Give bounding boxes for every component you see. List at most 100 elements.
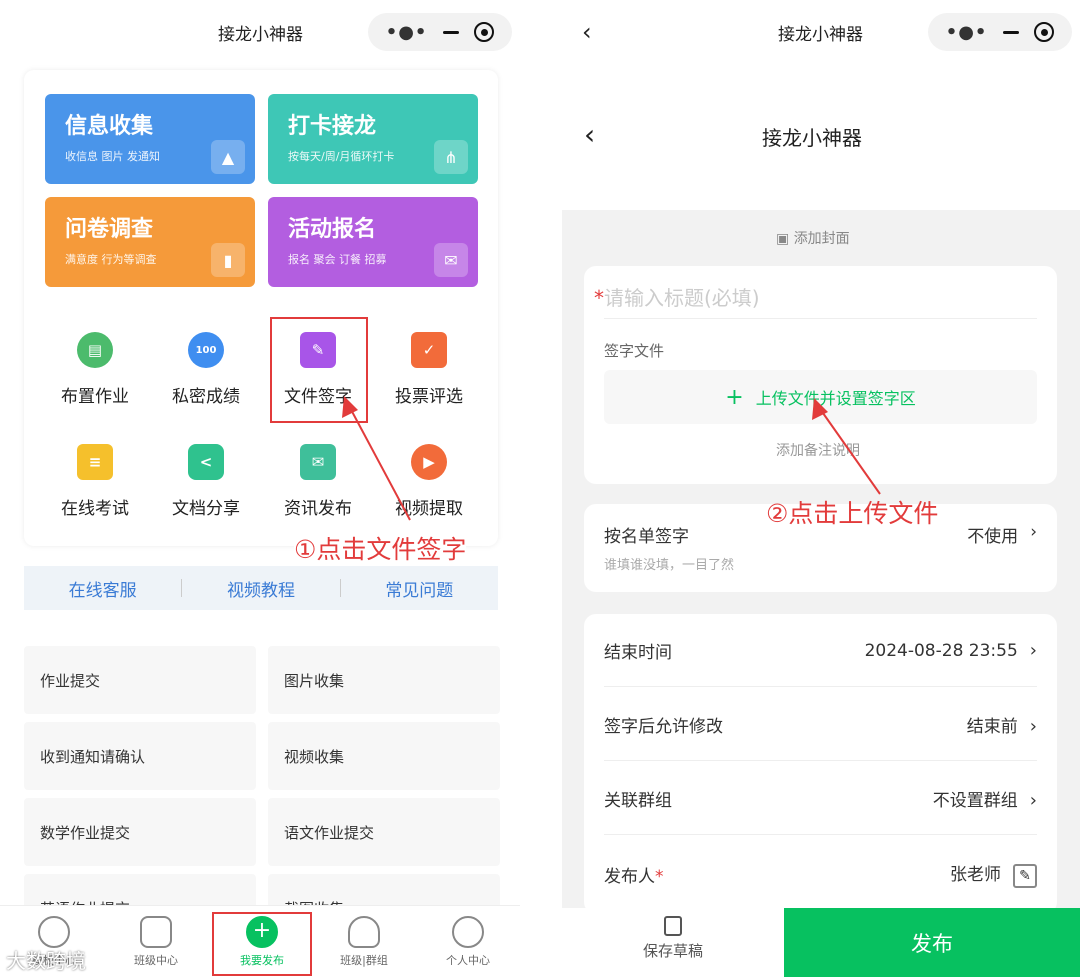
chevron-right-icon: ›	[1029, 716, 1037, 737]
right-page-title: 接龙小神器	[778, 25, 863, 45]
function-card: 信息收集 收信息 图片 发通知 ▲ 打卡接龙 按每天/周/月循环打卡 ⋔ 问卷调…	[24, 70, 498, 546]
tile-subtitle: 报名 聚会 订餐 招募	[288, 253, 387, 266]
divider	[604, 834, 1037, 835]
modify-label: 签字后允许修改	[604, 717, 723, 737]
vote-icon: ✓	[411, 332, 447, 368]
tile-icon: ▮	[211, 243, 245, 277]
nav-class-group[interactable]: 班级|群组	[314, 916, 414, 968]
people-icon	[348, 916, 380, 948]
more-icon[interactable]: •●•	[386, 22, 428, 43]
tile-subtitle: 按每天/周/月循环打卡	[288, 150, 395, 163]
minimize-icon[interactable]	[442, 30, 459, 34]
nav-profile[interactable]: 个人中心	[418, 916, 518, 968]
grid-label: 在线考试	[61, 499, 129, 519]
template-item[interactable]: 语文作业提交	[268, 798, 500, 866]
template-icon	[38, 916, 70, 948]
grid-icon	[140, 916, 172, 948]
chevron-right-icon: ›	[1030, 522, 1037, 542]
save-draft-label: 保存草稿	[642, 942, 703, 960]
group-row[interactable]: 关联群组 不设置群组 ›	[604, 786, 1037, 811]
annotation-arrow	[342, 396, 411, 521]
smile-icon	[452, 916, 484, 948]
close-icon[interactable]	[474, 22, 495, 42]
inner-back-icon[interactable]: ‹	[584, 118, 595, 151]
publisher-label: 发布人	[604, 866, 655, 887]
annotation-step1: ①点击文件签字	[294, 530, 467, 566]
exam-icon: ≡	[77, 444, 113, 480]
homework-icon: ▤	[77, 332, 113, 368]
required-mark: *	[594, 286, 604, 310]
edit-icon[interactable]: ✎	[1013, 864, 1037, 888]
tile-signup[interactable]: 活动报名 报名 聚会 订餐 招募 ✉	[268, 197, 478, 287]
chevron-right-icon: ›	[1029, 790, 1037, 811]
minimize-icon[interactable]	[1002, 30, 1019, 34]
add-cover-button[interactable]: ▣ 添加封面	[776, 228, 850, 248]
title-placeholder: 请输入标题(必填)	[604, 286, 760, 310]
title-input[interactable]: *请输入标题(必填)	[594, 282, 760, 311]
share-icon: <	[188, 444, 224, 480]
tile-icon: ⋔	[434, 140, 468, 174]
divider	[604, 318, 1037, 319]
annotation-arrow-2	[812, 398, 881, 495]
roster-value-wrap: 不使用 ›	[967, 522, 1037, 547]
close-icon[interactable]	[1034, 22, 1055, 42]
link-customer-service[interactable]: 在线客服	[24, 576, 181, 601]
end-time-row[interactable]: 结束时间 2024-08-28 23:55 ›	[604, 638, 1037, 663]
divider	[604, 760, 1037, 761]
sign-file-label: 签字文件	[604, 342, 665, 360]
tile-icon: ▲	[211, 140, 245, 174]
add-cover-label: 添加封面	[793, 231, 850, 247]
image-icon: ▣	[776, 231, 794, 247]
tile-title: 信息收集	[65, 114, 154, 139]
roster-value: 不使用	[967, 527, 1019, 547]
roster-hint: 谁填谁没填，一目了然	[604, 558, 735, 573]
more-icon[interactable]: •●•	[946, 22, 988, 43]
tile-title: 打卡接龙	[288, 114, 377, 139]
required-mark: *	[655, 866, 664, 887]
grid-doc-share[interactable]: < 文档分享	[151, 444, 261, 519]
inner-title: 接龙小神器	[762, 126, 862, 150]
highlight-publish	[212, 912, 312, 976]
publisher-value: 张老师	[950, 865, 1001, 885]
tile-subtitle: 收信息 图片 发通知	[65, 150, 160, 163]
grid-assign-homework[interactable]: ▤ 布置作业	[40, 332, 150, 407]
grid-private-score[interactable]: 100 私密成绩	[151, 332, 261, 407]
template-item[interactable]: 数学作业提交	[24, 798, 256, 866]
grid-label: 私密成绩	[172, 387, 240, 407]
link-video-tutorial[interactable]: 视频教程	[182, 576, 339, 601]
grid-label: 文档分享	[172, 499, 240, 519]
chevron-right-icon: ›	[1029, 640, 1037, 661]
back-icon[interactable]: ‹	[582, 18, 592, 46]
modify-value: 结束前	[966, 717, 1018, 737]
nav-label: 班级中心	[134, 954, 178, 967]
end-time-label: 结束时间	[604, 643, 672, 663]
tile-survey[interactable]: 问卷调查 满意度 行为等调查 ▮	[45, 197, 255, 287]
group-value: 不设置群组	[932, 791, 1018, 811]
annotation-step2: ②点击上传文件	[766, 499, 939, 528]
template-item[interactable]: 收到通知请确认	[24, 722, 256, 790]
help-links: 在线客服 视频教程 常见问题	[24, 566, 498, 610]
save-icon	[664, 916, 682, 936]
grid-online-exam[interactable]: ≡ 在线考试	[40, 444, 150, 519]
nav-class-center[interactable]: 班级中心	[106, 916, 206, 968]
modify-row[interactable]: 签字后允许修改 结束前 ›	[604, 712, 1037, 737]
publish-button[interactable]: 发布	[784, 908, 1080, 977]
right-mini-capsule[interactable]: •●•	[928, 13, 1072, 51]
tile-checkin[interactable]: 打卡接龙 按每天/周/月循环打卡 ⋔	[268, 94, 478, 184]
tile-title: 活动报名	[288, 217, 377, 242]
left-mini-capsule[interactable]: •●•	[368, 13, 512, 51]
save-draft-button[interactable]: 保存草稿	[562, 908, 784, 977]
template-item[interactable]: 视频收集	[268, 722, 500, 790]
tile-subtitle: 满意度 行为等调查	[65, 253, 157, 266]
tile-info-collect[interactable]: 信息收集 收信息 图片 发通知 ▲	[45, 94, 255, 184]
link-faq[interactable]: 常见问题	[341, 576, 498, 601]
score-icon: 100	[188, 332, 224, 368]
template-item[interactable]: 作业提交	[24, 646, 256, 714]
grid-label: 布置作业	[61, 387, 129, 407]
end-time-value: 2024-08-28 23:55	[864, 641, 1018, 661]
plus-icon: +	[725, 384, 744, 410]
roster-label: 按名单签字	[604, 527, 689, 547]
watermark: 大数跨境	[6, 949, 86, 973]
template-item[interactable]: 图片收集	[268, 646, 500, 714]
publisher-row[interactable]: 发布人* 张老师 ✎	[604, 860, 1037, 888]
